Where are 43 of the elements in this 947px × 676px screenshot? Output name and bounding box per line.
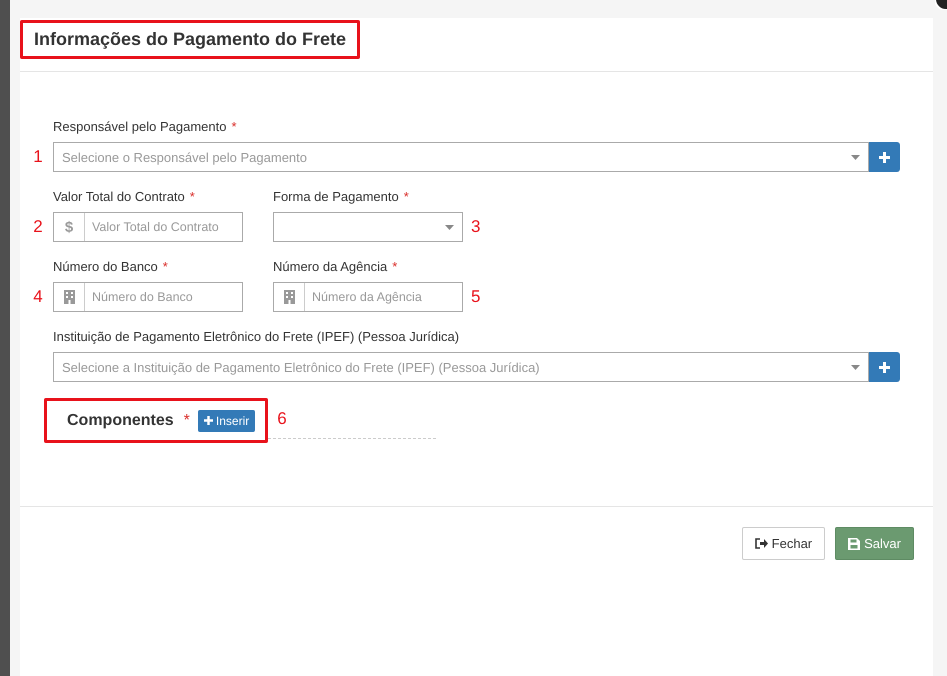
callout-number: 2 xyxy=(33,217,43,237)
add-button[interactable] xyxy=(869,142,900,172)
required-mark: * xyxy=(190,189,195,204)
field-label: Forma de Pagamento xyxy=(273,189,399,204)
callout-number: 5 xyxy=(471,287,480,307)
close-button[interactable]: Fechar xyxy=(742,527,826,560)
field-label: Valor Total do Contrato xyxy=(53,189,185,204)
input-field[interactable]: Número do Banco xyxy=(53,282,243,312)
input-field[interactable]: Número da Agência xyxy=(273,282,463,312)
caret-icon xyxy=(851,364,860,370)
callout-number: 6 xyxy=(277,408,287,428)
required-mark: * xyxy=(404,189,409,204)
required-mark: * xyxy=(184,412,190,430)
caret-icon xyxy=(851,154,860,160)
field-label: Instituição de Pagamento Eletrônico do Frete (IPEF) (Pessoa Jurídica) xyxy=(53,329,460,344)
dropdown-field[interactable] xyxy=(273,212,463,242)
field-label: Número da Agência xyxy=(273,259,388,274)
close-icon[interactable] xyxy=(935,0,947,10)
sign-out-icon xyxy=(754,538,768,549)
callout-number: 3 xyxy=(471,217,480,237)
callout-number: 4 xyxy=(33,287,43,307)
section-title: Componentes xyxy=(67,412,174,430)
save-button[interactable]: Salvar xyxy=(835,527,914,560)
plus-icon xyxy=(879,362,890,372)
input-field[interactable]: $ Valor Total do Contrato xyxy=(53,212,243,242)
required-mark: * xyxy=(392,259,398,274)
add-button[interactable] xyxy=(869,352,900,382)
building-icon xyxy=(64,290,74,304)
insert-button[interactable]: Inserir xyxy=(198,410,256,432)
save-icon xyxy=(848,538,860,550)
modal-title: Informações do Pagamento do Frete xyxy=(20,20,360,59)
field-label: Responsável pelo Pagamento xyxy=(53,119,226,134)
plus-icon xyxy=(879,152,890,162)
required-mark: * xyxy=(231,119,237,134)
required-mark: * xyxy=(162,259,168,274)
caret-icon xyxy=(445,224,454,230)
plus-icon xyxy=(204,416,213,425)
select-field[interactable]: Selecione a Instituição de Pagamento Eletrônico do Frete (IPEF) (Pessoa Jurídica) xyxy=(53,352,869,382)
field-label: Número do Banco xyxy=(53,259,158,274)
currency-sign: $ xyxy=(54,213,85,241)
building-icon xyxy=(284,290,294,304)
callout-number: 1 xyxy=(33,147,43,167)
select-field[interactable]: Selecione o Responsável pelo Pagamento xyxy=(53,142,869,172)
